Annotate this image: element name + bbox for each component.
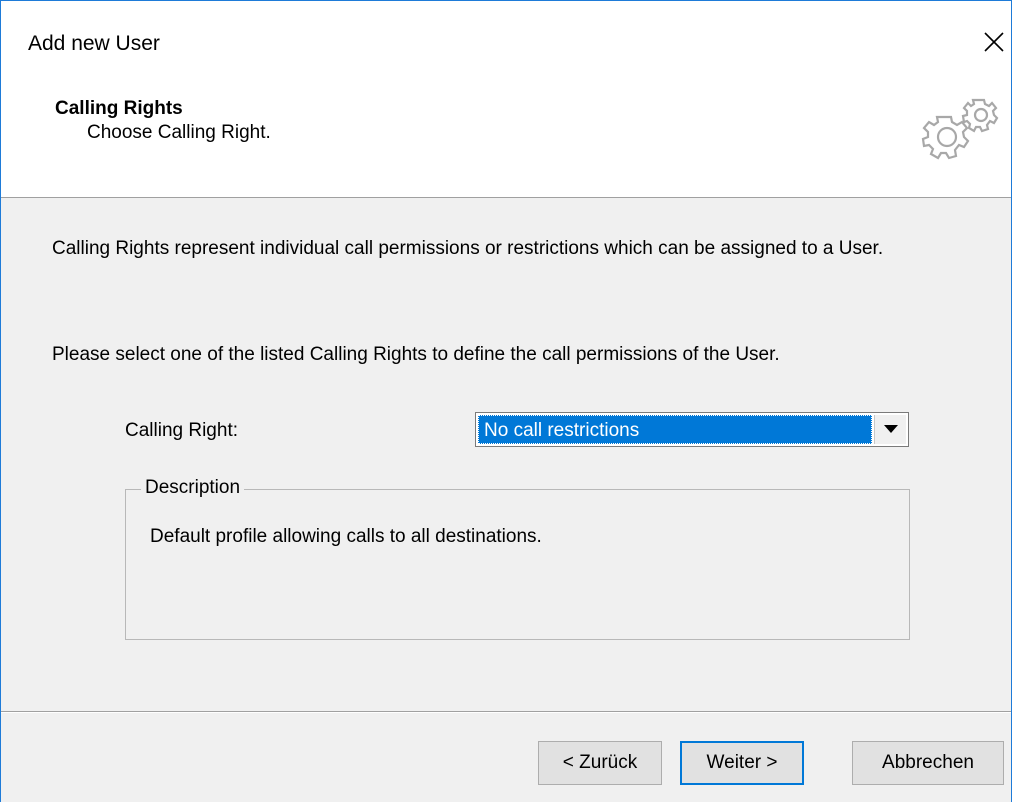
- description-legend: Description: [141, 477, 245, 499]
- cancel-button[interactable]: Abbrechen: [852, 741, 1004, 785]
- wizard-header: Calling Rights Choose Calling Right.: [1, 81, 1011, 198]
- calling-right-selected-value: No call restrictions: [478, 415, 872, 444]
- calling-right-select[interactable]: No call restrictions: [475, 412, 909, 447]
- intro-paragraph: Calling Rights represent individual call…: [52, 238, 884, 259]
- footer-divider: [1, 711, 1011, 713]
- instruction-paragraph: Please select one of the listed Calling …: [52, 344, 780, 365]
- wizard-content: Calling Rights represent individual call…: [1, 198, 1011, 711]
- dropdown-arrow-button[interactable]: [874, 415, 906, 444]
- page-title: Calling Rights: [55, 98, 183, 119]
- add-user-dialog: Add new User Calling Rights Choose Calli…: [0, 0, 1012, 802]
- gears-icon: [921, 98, 999, 160]
- calling-right-label: Calling Right:: [125, 420, 238, 441]
- description-text: Default profile allowing calls to all de…: [150, 526, 542, 547]
- page-subtitle: Choose Calling Right.: [87, 122, 271, 143]
- description-group: Description Default profile allowing cal…: [125, 477, 910, 640]
- back-button[interactable]: < Zurück: [538, 741, 662, 785]
- close-icon[interactable]: [977, 23, 1011, 61]
- next-button[interactable]: Weiter >: [680, 741, 804, 785]
- title-bar: Add new User: [1, 1, 1011, 81]
- window-title: Add new User: [28, 32, 160, 55]
- chevron-down-icon: [884, 425, 898, 433]
